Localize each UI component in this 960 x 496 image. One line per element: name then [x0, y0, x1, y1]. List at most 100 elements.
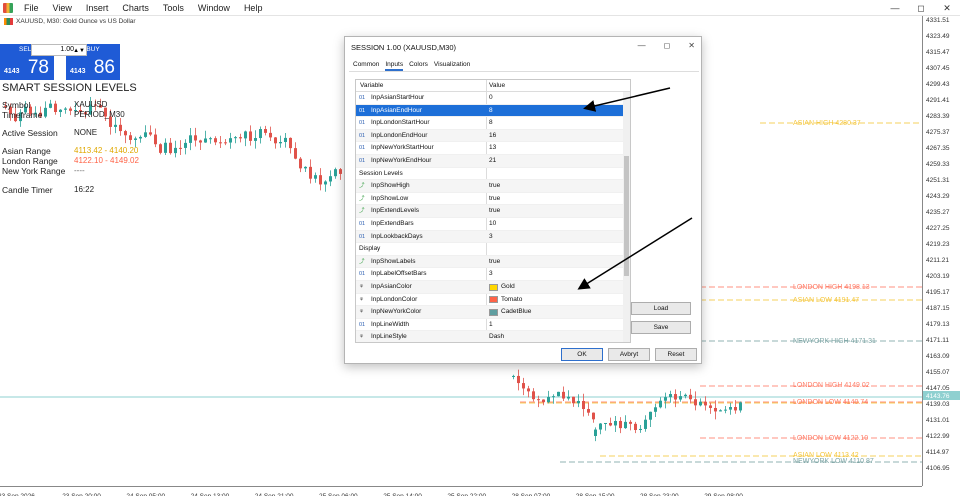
input-value[interactable]: 21: [489, 155, 496, 168]
int-type-icon: 01: [359, 145, 366, 152]
input-value[interactable]: true: [489, 180, 500, 193]
candle-body: [527, 388, 530, 392]
tab-colors[interactable]: Colors: [409, 60, 428, 71]
menu-bar: File View Insert Charts Tools Window Hel…: [0, 0, 960, 16]
price-tick-label: 4315.47: [926, 49, 950, 56]
cancel-button[interactable]: Avbryt: [608, 348, 650, 361]
section-header-row: Session Levels: [356, 168, 630, 181]
tab-common[interactable]: Common: [353, 60, 379, 71]
input-row[interactable]: 01 InpLookbackDays 3: [356, 230, 630, 244]
time-axis[interactable]: 23 Sep 202623 Sep 20:0024 Sep 05:0024 Se…: [0, 486, 922, 496]
input-value[interactable]: true: [489, 193, 500, 206]
input-value[interactable]: Gold: [489, 281, 515, 294]
input-value[interactable]: Tomato: [489, 294, 522, 307]
newyork-range-label: New York Range: [2, 166, 66, 176]
input-variable-name: InpExtendLevels: [371, 207, 420, 215]
candle-body: [294, 148, 297, 159]
input-value[interactable]: 8: [489, 105, 493, 118]
close-icon[interactable]: ✕: [688, 41, 695, 50]
current-price-label: 4143.76: [926, 393, 950, 400]
input-value[interactable]: CadetBlue: [489, 306, 531, 319]
price-axis[interactable]: 4331.51 4323.49 4315.47 4307.45 4299.43 4291.…: [922, 16, 960, 486]
save-button[interactable]: Save: [631, 321, 691, 334]
menu-tools[interactable]: Tools: [156, 0, 191, 16]
maximize-icon[interactable]: ◻: [664, 41, 671, 50]
candle-body: [664, 397, 667, 401]
candle-body: [694, 399, 697, 406]
scrollbar-thumb[interactable]: [624, 156, 629, 276]
candle-timer-value: 16:22: [74, 185, 95, 194]
menu-file[interactable]: File: [17, 0, 46, 16]
tab-visualization[interactable]: Visualization: [434, 60, 470, 71]
lot-size-input[interactable]: 1.00 ▲▼: [31, 44, 87, 56]
input-row[interactable]: 01 InpExtendBars 10: [356, 218, 630, 231]
price-tick-label: 4171.11: [926, 337, 949, 344]
input-row[interactable]: ⤴ InpShowLabels true: [356, 255, 630, 269]
input-variable-name: InpNewYorkEndHour: [371, 156, 432, 164]
candle-body: [194, 135, 197, 141]
minimize-icon[interactable]: —: [638, 41, 646, 50]
input-variable-name: InpLabelOffsetBars: [371, 270, 427, 278]
menu-charts[interactable]: Charts: [115, 0, 156, 16]
input-row[interactable]: ⤴ InpShowHigh true: [356, 180, 630, 193]
menu-help[interactable]: Help: [237, 0, 270, 16]
input-row[interactable]: 01 InpAsianStartHour 0: [356, 92, 630, 105]
lot-size-value: 1.00: [60, 46, 74, 53]
input-value[interactable]: 13: [489, 142, 496, 155]
input-value[interactable]: 10: [489, 218, 496, 231]
menu-insert[interactable]: Insert: [79, 0, 116, 16]
input-value[interactable]: 3: [489, 231, 493, 244]
input-row[interactable]: 01 InpLabelOffsetBars 3: [356, 268, 630, 281]
menu-window[interactable]: Window: [191, 0, 237, 16]
menu-view[interactable]: View: [46, 0, 79, 16]
price-tick-label: 4179.13: [926, 321, 950, 328]
input-row[interactable]: 01 InpAsianEndHour 8: [356, 104, 630, 118]
input-variable-name: InpLondonColor: [371, 295, 418, 303]
column-header-value[interactable]: Value: [489, 82, 505, 89]
input-value[interactable]: true: [489, 205, 500, 218]
buy-price-small: 4143: [70, 68, 86, 75]
candle-body: [719, 410, 722, 412]
input-row[interactable]: ⚘ InpAsianColor Gold: [356, 280, 630, 294]
input-row[interactable]: 01 InpLondonStartHour 8: [356, 117, 630, 130]
input-value[interactable]: true: [489, 256, 500, 269]
tab-inputs[interactable]: Inputs: [385, 60, 404, 71]
reset-button[interactable]: Reset: [655, 348, 697, 361]
candle-body: [714, 407, 717, 412]
sell-price-big: 78: [27, 57, 49, 78]
ok-button[interactable]: OK: [561, 348, 603, 361]
input-value[interactable]: 3: [489, 268, 493, 281]
input-variable-name: InpAsianEndHour: [371, 106, 422, 114]
load-button[interactable]: Load: [631, 302, 691, 315]
inputs-scrollbar[interactable]: [623, 92, 630, 342]
input-row[interactable]: ⤴ InpExtendLevels true: [356, 205, 630, 218]
candle-body: [512, 375, 515, 377]
input-variable-name: InpShowLabels: [371, 257, 416, 265]
close-icon[interactable]: ✕: [934, 0, 960, 16]
restore-icon[interactable]: ◻: [908, 0, 934, 16]
input-variable-name: InpNewYorkStartHour: [371, 144, 434, 152]
input-value[interactable]: 0: [489, 92, 493, 105]
candle-body: [249, 131, 252, 141]
input-row[interactable]: 01 InpLondonEndHour 16: [356, 129, 630, 143]
input-value[interactable]: 16: [489, 130, 496, 143]
tab-divider: [349, 71, 699, 72]
input-row[interactable]: ⚘ InpNewYorkColor CadetBlue: [356, 306, 630, 319]
input-row[interactable]: 01 InpLineWidth 1: [356, 319, 630, 332]
input-row[interactable]: 01 InpNewYorkStartHour 13: [356, 142, 630, 155]
input-row[interactable]: 01 InpNewYorkEndHour 21: [356, 154, 630, 168]
input-value[interactable]: 1: [489, 319, 493, 332]
input-variable-name: InpLookbackDays: [371, 232, 423, 240]
column-header-variable[interactable]: Variable: [360, 82, 383, 89]
input-variable-name: InpLondonStartHour: [371, 119, 430, 127]
input-row[interactable]: ⤴ InpShowLow true: [356, 193, 630, 206]
input-row[interactable]: ⚘ InpLondonColor Tomato: [356, 294, 630, 307]
minimize-icon[interactable]: —: [882, 0, 908, 16]
level-label-london-low-1: LONDON LOW 4140.74: [793, 399, 869, 406]
dialog-tabs: Common Inputs Colors Visualization: [353, 60, 470, 71]
input-value[interactable]: Dash: [489, 331, 504, 342]
lot-spinner-icon[interactable]: ▲▼: [73, 46, 85, 56]
input-row[interactable]: ⚘ InpLineStyle Dash: [356, 331, 630, 342]
input-value[interactable]: 8: [489, 117, 493, 130]
price-tick-label: 4163.09: [926, 353, 950, 360]
